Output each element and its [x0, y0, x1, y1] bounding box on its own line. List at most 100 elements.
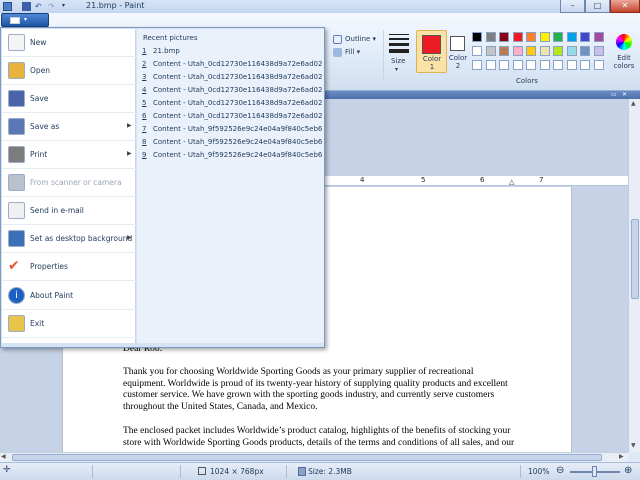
submenu-arrow-icon: ▶: [127, 122, 132, 129]
outline-button[interactable]: Outline ▾: [333, 34, 379, 45]
palette-custom-swatch[interactable]: [512, 60, 523, 70]
recent-picture-item[interactable]: 6 Content - Utah_0cd12730e116438d9a72e6ad…: [142, 112, 322, 125]
menu-item-about-paint[interactable]: i About Paint: [2, 282, 136, 310]
palette-custom-swatch[interactable]: [553, 60, 563, 70]
menu-item-send-in-e-mail[interactable]: Send in e-mail: [2, 197, 136, 225]
menu-item-label: New: [30, 38, 47, 47]
outline-icon: [333, 35, 342, 44]
quick-save-icon[interactable]: [22, 2, 31, 11]
menu-item-label: Set as desktop background: [30, 234, 133, 243]
quick-access-dropdown-icon[interactable]: ▾: [62, 2, 65, 9]
palette-custom-swatch[interactable]: [580, 60, 590, 70]
redo-icon[interactable]: ↷: [48, 2, 57, 11]
palette-swatch[interactable]: [512, 32, 523, 42]
scroll-left-icon[interactable]: ◀: [1, 453, 6, 460]
menu-item-properties[interactable]: ✔ Properties: [2, 253, 136, 281]
recent-picture-item[interactable]: 4 Content - Utah_0cd12730e116438d9a72e6ad…: [142, 86, 322, 99]
horizontal-scrollbar[interactable]: ◀ ▶: [0, 452, 628, 462]
app-menu-commands: New Open Save Save as ▶ Print ▶ From scanner or…: [2, 29, 136, 343]
menu-item-save[interactable]: Save: [2, 85, 136, 113]
palette-swatch[interactable]: [526, 46, 536, 56]
recent-picture-item[interactable]: 1 21.bmp: [142, 47, 322, 60]
ruler-number-5: 5: [421, 176, 426, 184]
palette-swatch[interactable]: [472, 46, 482, 56]
palette-custom-swatch[interactable]: [526, 60, 536, 70]
recent-picture-item[interactable]: 2 Content - Utah_0cd12730e116438d9a72e6ad…: [142, 60, 322, 73]
recent-picture-item[interactable]: 3 Content - Utah_0cd12730e116438d9a72e6ad…: [142, 73, 322, 86]
menu-item-new[interactable]: New: [2, 29, 136, 57]
palette-swatch[interactable]: [593, 32, 604, 42]
palette-custom-swatch[interactable]: [566, 60, 577, 70]
palette-swatch[interactable]: [593, 46, 604, 56]
zoom-in-icon[interactable]: ⊕: [624, 465, 632, 476]
zoom-slider-thumb[interactable]: [592, 466, 597, 477]
palette-swatch[interactable]: [499, 46, 509, 56]
palette-swatch[interactable]: [553, 32, 563, 42]
palette-swatch[interactable]: [566, 32, 577, 42]
line-size-icon: [389, 34, 409, 56]
recent-item-number: 7: [142, 125, 147, 133]
palette-swatch[interactable]: [526, 32, 536, 42]
status-separator: [92, 465, 93, 478]
palette-swatch[interactable]: [539, 32, 550, 42]
color-palette: [472, 32, 608, 74]
palette-custom-swatch[interactable]: [472, 60, 482, 70]
palette-swatch[interactable]: [485, 46, 496, 56]
undo-icon[interactable]: ↶: [35, 2, 44, 11]
vertical-scroll-thumb[interactable]: [631, 219, 639, 299]
menu-item-save-as[interactable]: Save as ▶: [2, 113, 136, 141]
palette-swatch[interactable]: [580, 32, 590, 42]
save-as-icon: [8, 118, 25, 135]
recent-item-name: Content - Utah_0cd12730e116438d9a72e6ad0…: [153, 99, 322, 107]
zoom-out-icon[interactable]: ⊖: [556, 465, 564, 476]
palette-custom-swatch[interactable]: [539, 60, 550, 70]
palette-swatch[interactable]: [553, 46, 563, 56]
maximize-button[interactable]: □: [585, 0, 610, 13]
recent-item-name: Content - Utah_0cd12730e116438d9a72e6ad0…: [153, 112, 322, 120]
strip-close-icon[interactable]: ✕: [622, 91, 627, 98]
palette-swatch[interactable]: [566, 46, 577, 56]
palette-swatch[interactable]: [485, 32, 496, 42]
menu-item-set-as-desktop-background[interactable]: Set as desktop background ▶: [2, 225, 136, 253]
ruler-indent-marker[interactable]: △: [509, 178, 514, 186]
menu-item-open[interactable]: Open: [2, 57, 136, 85]
document-header-strip: ▭ ✕: [325, 91, 640, 99]
menu-item-from-scanner-or-camera: From scanner or camera: [2, 169, 136, 197]
scroll-right-icon[interactable]: ▶: [619, 453, 624, 460]
app-menu: New Open Save Save as ▶ Print ▶ From scanner or…: [0, 27, 325, 348]
recent-picture-item[interactable]: 7 Content - Utah_9f592526e9c24e04a9f840c5…: [142, 125, 322, 138]
palette-swatch[interactable]: [539, 46, 550, 56]
status-separator: [520, 465, 521, 478]
menu-item-print[interactable]: Print ▶: [2, 141, 136, 169]
palette-custom-swatch[interactable]: [499, 60, 509, 70]
recent-picture-item[interactable]: 9 Content - Utah_9f592526e9c24e04a9f840c5…: [142, 151, 322, 164]
edit-colors-button[interactable]: Edit colors: [610, 30, 638, 73]
size-button[interactable]: Size ▾: [385, 30, 413, 75]
colors-group-label: Colors: [516, 77, 538, 85]
palette-swatch[interactable]: [499, 32, 509, 42]
palette-custom-swatch[interactable]: [593, 60, 604, 70]
menu-item-exit[interactable]: Exit: [2, 310, 136, 338]
dimensions-icon: [198, 467, 206, 475]
palette-swatch[interactable]: [512, 46, 523, 56]
minimize-button[interactable]: –: [560, 0, 585, 13]
palette-swatch[interactable]: [580, 46, 590, 56]
close-button[interactable]: ✕: [610, 0, 640, 13]
ruler-number-7: 7: [539, 176, 544, 184]
scroll-down-icon[interactable]: ▼: [631, 442, 636, 449]
palette-swatch[interactable]: [472, 32, 482, 42]
horizontal-scroll-thumb[interactable]: [12, 454, 602, 461]
color1-button[interactable]: Color 1: [416, 30, 447, 73]
strip-minimize-icon[interactable]: ▭: [611, 91, 617, 98]
vertical-scrollbar[interactable]: ▲ ▼: [628, 99, 640, 452]
menu-item-label: Save: [30, 94, 49, 103]
recent-picture-item[interactable]: 5 Content - Utah_0cd12730e116438d9a72e6ad…: [142, 99, 322, 112]
cursor-position-icon: ✛: [3, 465, 11, 475]
scroll-up-icon[interactable]: ▲: [631, 100, 636, 107]
palette-custom-swatch[interactable]: [485, 60, 496, 70]
color2-button[interactable]: Color 2: [447, 30, 469, 73]
fill-button[interactable]: Fill ▾: [333, 47, 373, 58]
zoom-level: 100%: [528, 467, 550, 476]
app-menu-button[interactable]: ▾: [1, 13, 49, 27]
recent-picture-item[interactable]: 8 Content - Utah_9f592526e9c24e04a9f840c5…: [142, 138, 322, 151]
